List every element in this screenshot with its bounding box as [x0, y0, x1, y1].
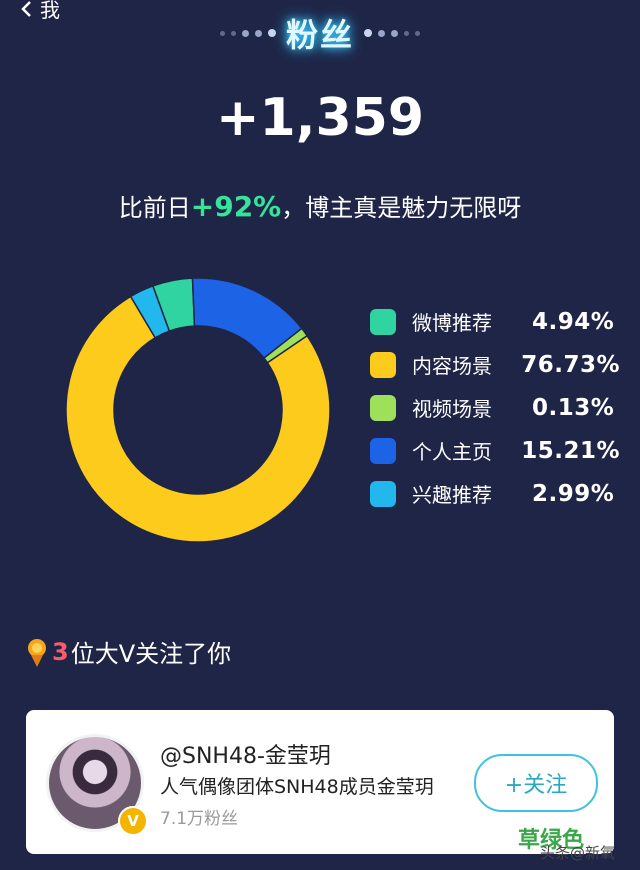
- compare-suffix: ，博主真是魅力无限呀: [281, 194, 522, 222]
- legend-item: 视频场景 0.13%: [370, 386, 620, 429]
- chart-legend: 微博推荐 4.94% 内容场景 76.73% 视频场景 0.13% 个人主页 15.21% 兴趣…: [370, 300, 620, 515]
- legend-label: 视频场景: [412, 397, 492, 421]
- left-dots-decoration: [219, 29, 276, 37]
- follow-button[interactable]: +关注: [474, 754, 598, 812]
- watermark-source: 头条@新氧: [540, 844, 616, 862]
- legend-item: 内容场景 76.73%: [370, 343, 620, 386]
- legend-swatch: [370, 480, 396, 507]
- new-fans-count: +1,359: [215, 88, 425, 148]
- legend-item: 个人主页 15.21%: [370, 429, 620, 472]
- legend-value: 15.21%: [521, 437, 620, 464]
- legend-label: 兴趣推荐: [412, 483, 492, 507]
- legend-value: 76.73%: [521, 351, 620, 378]
- legend-label: 个人主页: [412, 440, 492, 464]
- section-title: 粉丝: [285, 16, 354, 54]
- legend-swatch: [370, 394, 396, 421]
- big-v-count: 3: [52, 637, 69, 666]
- compare-line: 比前日+92%，博主真是魅力无限呀: [0, 188, 640, 223]
- follower-fan-count: 7.1万粉丝: [160, 809, 239, 829]
- compare-prefix: 比前日: [118, 194, 191, 222]
- verified-badge-icon: V: [118, 806, 148, 836]
- section-header: 粉丝: [0, 10, 640, 56]
- compare-percent: +92%: [190, 190, 282, 223]
- big-v-text: 位大V关注了你: [70, 640, 232, 668]
- big-v-follow-line: 3 位大V关注了你: [24, 634, 231, 669]
- follower-description: 人气偶像团体SNH48成员金莹玥: [160, 776, 434, 798]
- medal-icon: [28, 638, 46, 667]
- legend-value: 4.94%: [532, 308, 615, 335]
- legend-label: 微博推荐: [412, 311, 492, 335]
- legend-value: 2.99%: [532, 480, 615, 507]
- legend-item: 兴趣推荐 2.99%: [370, 472, 620, 515]
- legend-item: 微博推荐 4.94%: [370, 300, 620, 343]
- right-dots-decoration: [364, 29, 420, 37]
- legend-swatch: [370, 437, 396, 464]
- legend-value: 0.13%: [532, 394, 615, 421]
- legend-swatch: [370, 351, 396, 378]
- legend-swatch: [370, 308, 396, 335]
- follower-name[interactable]: @SNH48-金莹玥: [160, 738, 331, 770]
- fan-source-donut-chart: [60, 272, 336, 548]
- legend-label: 内容场景: [412, 354, 492, 378]
